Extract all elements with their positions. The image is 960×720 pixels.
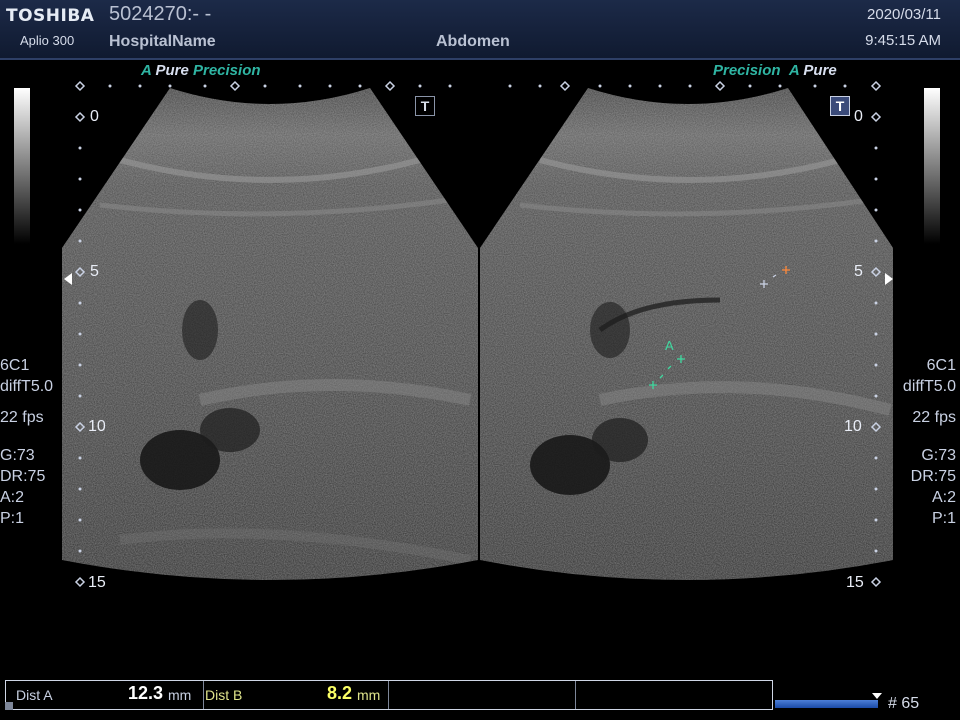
dist-b-label: Dist B (205, 687, 243, 703)
header-bar: TOSHIBA Aplio 300 5024270:- - HospitalNa… (0, 0, 960, 60)
right-scan-sector (480, 88, 893, 580)
mode-pure: Pure (155, 62, 189, 79)
right-params: 6C1 diffT5.0 22 fps G:73 DR:75 A:2 P:1 (903, 356, 956, 530)
right-grayscale-bar (924, 88, 940, 244)
left-grayscale-bar (14, 88, 30, 244)
dist-b-unit: mm (357, 687, 381, 703)
right-mode-label: Precision A Pure (713, 62, 837, 79)
patient-id: 5024270:- - (109, 3, 212, 25)
dist-a-cell[interactable]: Dist A 12.3 mm (6, 681, 204, 709)
mode-pure: Pure (803, 62, 837, 79)
gain-label: G:73 (921, 447, 956, 465)
mode-precision: Precision (192, 62, 261, 79)
exam-type: Abdomen (436, 33, 510, 50)
dist-a-unit: mm (168, 687, 192, 703)
dr-label: DR:75 (0, 468, 46, 486)
brand-logo: TOSHIBA (6, 6, 95, 26)
dr-label: DR:75 (910, 468, 956, 486)
hospital-name: HospitalName (109, 33, 216, 50)
ultrasound-image-area (62, 80, 893, 588)
right-t-badge[interactable]: T (830, 96, 850, 116)
p-label: P:1 (931, 509, 956, 527)
probe-label: 6C1 (926, 357, 956, 374)
left-mode-label: A Pure Precision (141, 62, 261, 79)
freq-label: diffT5.0 (902, 377, 956, 395)
empty-measure-cell (575, 681, 771, 709)
left-scan-sector (62, 88, 478, 580)
caliper-label-a: A (665, 338, 674, 353)
dist-a-value: 12.3 (128, 683, 164, 703)
cine-position-marker-icon[interactable] (872, 693, 882, 699)
measurement-bar: Dist A 12.3 mm Dist B 8.2 mm (5, 680, 773, 710)
probe-label: 6C1 (0, 357, 30, 374)
left-t-badge[interactable]: T (415, 96, 435, 116)
dist-a-label: Dist A (16, 687, 53, 703)
gain-label: G:73 (0, 447, 35, 465)
left-depth-5: 5 (90, 263, 99, 280)
a-label: A:2 (0, 488, 25, 506)
fps-label: 22 fps (0, 408, 44, 426)
mode-a: A (141, 62, 152, 79)
left-depth-15: 15 (88, 574, 106, 591)
frame-count: # 65 (888, 695, 920, 712)
dist-b-cell[interactable]: Dist B 8.2 mm (203, 681, 389, 709)
empty-measure-cell (388, 681, 576, 709)
right-depth-10: 10 (844, 418, 862, 435)
cine-icon (5, 702, 13, 710)
right-depth-15: 15 (846, 574, 864, 591)
a-label: A:2 (931, 488, 956, 506)
mode-precision: Precision (713, 62, 781, 79)
right-depth-5: 5 (854, 263, 863, 280)
cine-progress-bar[interactable] (775, 700, 878, 708)
fps-label: 22 fps (912, 408, 956, 426)
left-depth-10: 10 (88, 418, 106, 435)
p-label: P:1 (0, 509, 25, 527)
left-params: 6C1 diffT5.0 22 fps G:73 DR:75 A:2 P:1 (0, 356, 53, 530)
device-model: Aplio 300 (20, 33, 75, 48)
freq-label: diffT5.0 (0, 377, 54, 395)
mode-a: A (788, 62, 800, 79)
right-depth-0: 0 (854, 108, 863, 125)
exam-date: 2020/03/11 (867, 6, 941, 23)
dist-b-value: 8.2 (327, 683, 353, 703)
left-depth-0: 0 (90, 108, 99, 125)
exam-time: 9:45:15 AM (865, 32, 941, 49)
